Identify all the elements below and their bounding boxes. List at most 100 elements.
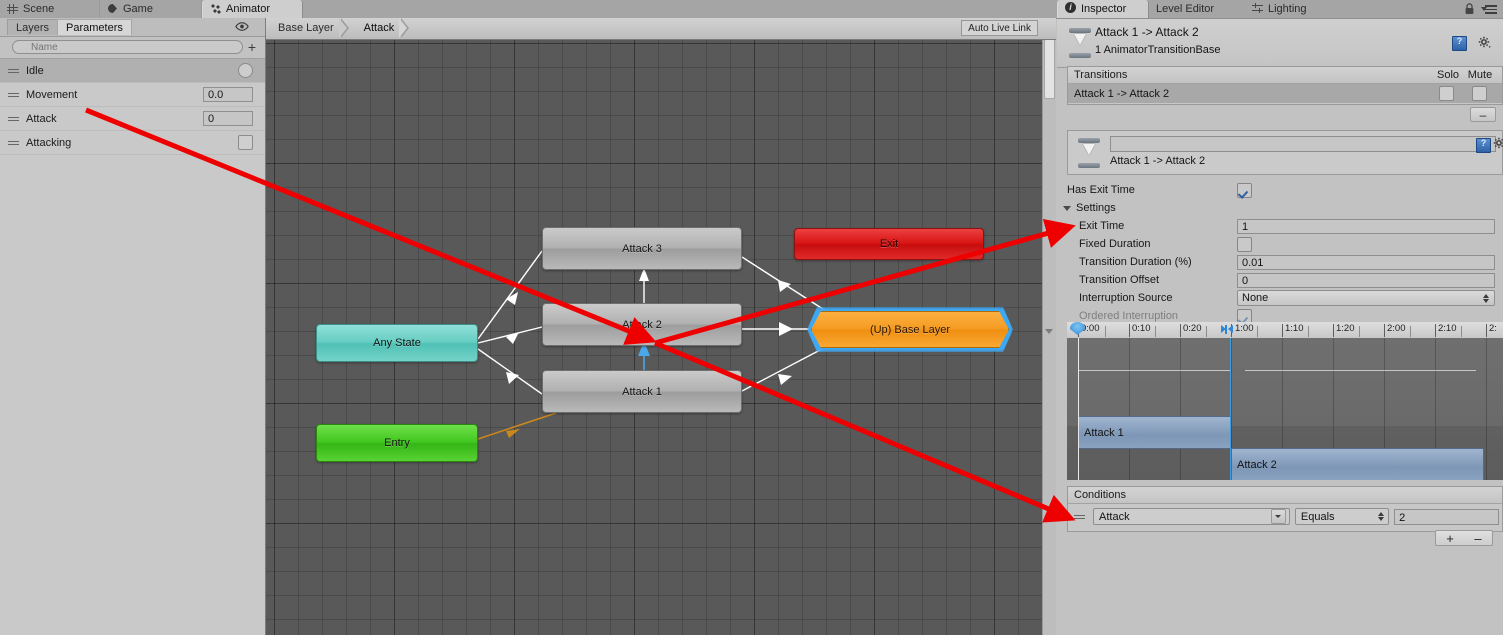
transitions-title: Transitions bbox=[1074, 68, 1128, 81]
node-exit[interactable]: Exit bbox=[794, 228, 984, 260]
condition-comparison-dropdown[interactable]: Equals bbox=[1294, 508, 1390, 525]
tick-label: 0:20 bbox=[1183, 323, 1202, 334]
drag-handle-icon[interactable] bbox=[8, 91, 20, 98]
settings-foldout[interactable]: Settings bbox=[1057, 199, 1503, 217]
hamburger-menu-icon[interactable] bbox=[1481, 5, 1497, 14]
parameter-row-attack[interactable]: Attack 0 bbox=[0, 107, 265, 131]
drag-handle-icon[interactable] bbox=[1074, 513, 1086, 520]
field-transition-duration: Transition Duration (%) 0.01 bbox=[1057, 253, 1503, 271]
minus-icon: – bbox=[1479, 107, 1487, 122]
parameter-row-movement[interactable]: Movement 0.0 bbox=[0, 83, 265, 107]
exit-time-input[interactable]: 1 bbox=[1237, 218, 1495, 234]
conditions-title: Conditions bbox=[1074, 489, 1126, 501]
timeline-clip-attack-2[interactable]: Attack 2 bbox=[1231, 448, 1484, 480]
column-solo: Solo bbox=[1436, 68, 1460, 81]
breadcrumb-attack[interactable]: Attack bbox=[352, 18, 409, 39]
tab-level-editor[interactable]: Level Editor bbox=[1149, 0, 1245, 18]
tab-scene[interactable]: Scene bbox=[0, 0, 100, 18]
tab-animator[interactable]: Animator bbox=[202, 0, 303, 18]
transition-marker-line[interactable] bbox=[1230, 338, 1231, 480]
has-exit-time-checkbox[interactable] bbox=[1237, 182, 1252, 198]
field-transition-offset: Transition Offset 0 bbox=[1057, 271, 1503, 289]
condition-parameter-dropdown[interactable]: Attack bbox=[1093, 508, 1290, 525]
eye-icon[interactable] bbox=[235, 21, 249, 32]
gear-icon[interactable] bbox=[1478, 36, 1491, 49]
add-condition-button[interactable]: + bbox=[1436, 531, 1464, 545]
bool-toggle[interactable] bbox=[238, 135, 253, 150]
help-book-icon[interactable] bbox=[1452, 36, 1467, 51]
tab-level-editor-label: Level Editor bbox=[1156, 3, 1215, 15]
node-attack-2[interactable]: Attack 2 bbox=[542, 303, 742, 346]
parameter-name: Attack bbox=[26, 112, 57, 125]
updown-arrows-icon bbox=[1483, 293, 1490, 304]
transition-duration-input[interactable]: 0.01 bbox=[1237, 254, 1495, 270]
parameter-value-field[interactable]: 0.0 bbox=[203, 87, 253, 102]
transition-timeline[interactable]: 0:00 0:10 0:20 1:00 1:10 1:20 2:00 2:10 … bbox=[1067, 322, 1503, 480]
node-any-state[interactable]: Any State bbox=[316, 324, 478, 362]
gear-icon[interactable] bbox=[1493, 137, 1503, 150]
lock-icon[interactable] bbox=[1464, 3, 1475, 15]
auto-live-link-button[interactable]: Auto Live Link bbox=[961, 20, 1038, 36]
fixed-duration-checkbox[interactable] bbox=[1237, 236, 1252, 252]
timeline-clip-attack-1[interactable]: Attack 1 bbox=[1078, 416, 1231, 449]
interruption-source-dropdown[interactable]: None bbox=[1237, 290, 1495, 306]
add-parameter-button[interactable]: + bbox=[243, 40, 261, 54]
tab-game[interactable]: Game bbox=[100, 0, 202, 18]
node-attack-3[interactable]: Attack 3 bbox=[542, 227, 742, 270]
playhead-line[interactable] bbox=[1078, 338, 1079, 480]
solo-checkbox[interactable] bbox=[1439, 86, 1454, 101]
parameter-name: Attacking bbox=[26, 136, 72, 149]
breadcrumb-base-layer[interactable]: Base Layer bbox=[266, 18, 349, 39]
tab-game-label: Game bbox=[123, 3, 153, 15]
animator-graph-panel: Base Layer Attack Auto Live Link Any Sta… bbox=[266, 18, 1056, 635]
graph-vertical-scrollbar[interactable] bbox=[1042, 39, 1056, 635]
transition-list-row[interactable]: Attack 1 -> Attack 2 bbox=[1068, 84, 1502, 103]
node-up-base-layer[interactable]: (Up) Base Layer bbox=[811, 311, 1009, 348]
remove-transition-button[interactable]: – bbox=[1470, 107, 1496, 122]
tab-animator-label: Animator bbox=[226, 3, 271, 15]
inspector-panel: Inspector Level Editor Lighting bbox=[1057, 0, 1503, 635]
parameter-value-field[interactable]: 0 bbox=[203, 111, 253, 126]
tab-inspector[interactable]: Inspector bbox=[1057, 0, 1149, 18]
parameter-row-idle[interactable]: Idle bbox=[0, 59, 265, 83]
node-attack-1[interactable]: Attack 1 bbox=[542, 370, 742, 413]
graph-canvas[interactable]: Any State Entry Attack 3 Attack 2 Attack… bbox=[266, 39, 1043, 635]
timeline-body[interactable]: Attack 1 Attack 2 bbox=[1067, 338, 1503, 480]
animator-icon bbox=[210, 3, 222, 15]
node-entry[interactable]: Entry bbox=[316, 424, 478, 462]
tick-label: 0:10 bbox=[1132, 323, 1151, 334]
tab-lighting[interactable]: Lighting bbox=[1245, 0, 1331, 18]
chevron-down-icon[interactable] bbox=[1045, 329, 1053, 334]
subtab-layers[interactable]: Layers bbox=[7, 19, 59, 35]
condition-threshold-input[interactable]: 2 bbox=[1394, 508, 1499, 525]
trigger-radio[interactable] bbox=[238, 63, 253, 78]
field-label: Interruption Source bbox=[1079, 292, 1173, 304]
subtab-parameters[interactable]: Parameters bbox=[57, 19, 132, 35]
drag-handle-icon[interactable] bbox=[8, 139, 20, 146]
tab-lighting-label: Lighting bbox=[1268, 3, 1307, 15]
breadcrumb-label: Attack bbox=[363, 22, 395, 34]
help-book-icon[interactable] bbox=[1476, 138, 1491, 153]
node-label: Exit bbox=[879, 238, 899, 250]
parameter-row-attacking[interactable]: Attacking bbox=[0, 131, 265, 155]
node-label: (Up) Base Layer bbox=[869, 323, 951, 336]
transition-name-input[interactable] bbox=[1110, 136, 1496, 152]
remove-condition-button[interactable]: – bbox=[1464, 531, 1492, 545]
foldout-triangle-icon[interactable] bbox=[1063, 205, 1071, 211]
search-input[interactable] bbox=[12, 40, 243, 54]
transition-offset-input[interactable]: 0 bbox=[1237, 272, 1495, 288]
clip-label: Attack 2 bbox=[1237, 459, 1277, 471]
drag-handle-icon[interactable] bbox=[8, 115, 20, 122]
transitions-list-box: Transitions Solo Mute Attack 1 -> Attack… bbox=[1067, 66, 1503, 105]
condition-parameter-value: Attack bbox=[1099, 510, 1130, 523]
mute-checkbox[interactable] bbox=[1472, 86, 1487, 101]
updown-arrows-icon bbox=[1378, 511, 1385, 522]
node-label: Any State bbox=[373, 337, 421, 349]
chevron-down-icon[interactable] bbox=[1270, 509, 1286, 524]
transition-name-caption: Attack 1 -> Attack 2 bbox=[1110, 155, 1206, 167]
timeline-ruler[interactable]: 0:00 0:10 0:20 1:00 1:10 1:20 2:00 2:10 … bbox=[1067, 322, 1503, 339]
scrollbar-thumb[interactable] bbox=[1044, 39, 1055, 99]
drag-handle-icon[interactable] bbox=[8, 67, 20, 74]
transition-icon bbox=[1067, 28, 1093, 58]
transition-marker-icon[interactable] bbox=[1221, 324, 1233, 335]
